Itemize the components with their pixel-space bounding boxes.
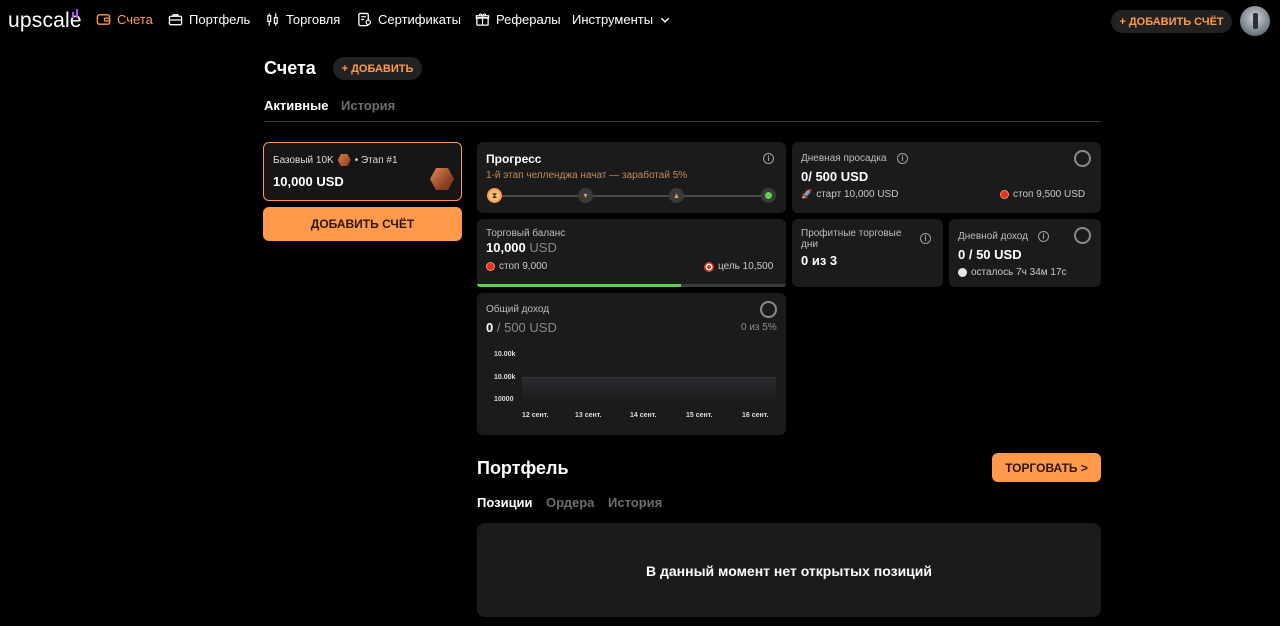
- clock-icon: [958, 268, 967, 277]
- tab-portfolio-history[interactable]: История: [608, 495, 662, 510]
- drawdown-stop-text: стоп 9,500 USD: [1013, 189, 1086, 200]
- drawdown-start: 🚀 старт 10,000 USD: [801, 189, 898, 200]
- info-icon[interactable]: i: [920, 233, 931, 244]
- tab-active[interactable]: Активные: [264, 98, 328, 113]
- logo-mark-icon: [72, 9, 78, 18]
- stop-icon: [486, 262, 495, 271]
- candles-icon: [267, 13, 278, 26]
- x-tick-label: 15 сент.: [686, 412, 713, 419]
- trading-balance-title: Торговый баланс: [486, 228, 566, 239]
- add-button[interactable]: + ДОБАВИТЬ: [333, 57, 422, 80]
- daily-income-remaining-text: осталось 7ч 34м 17с: [971, 267, 1067, 278]
- progress-subtitle: 1-й этап челленджа начат — заработай 5%: [486, 170, 688, 181]
- empty-state-text: В данный момент нет открытых позиций: [646, 563, 932, 579]
- progress-ring-icon: [1074, 227, 1091, 244]
- nav-item-label: Рефералы: [496, 12, 561, 27]
- trade-button[interactable]: ТОРГОВАТЬ >: [992, 453, 1101, 482]
- nav-item-referrals[interactable]: Рефералы: [475, 12, 561, 27]
- briefcase-icon: [168, 14, 183, 26]
- y-tick-label: 10000: [494, 396, 514, 403]
- progress-ring-icon: [760, 301, 777, 318]
- nav-item-label: Торговля: [286, 12, 341, 27]
- account-name: Базовый 10K: [273, 154, 334, 166]
- info-icon[interactable]: i: [1038, 231, 1049, 242]
- drawdown-start-text: старт 10,000 USD: [816, 189, 899, 200]
- avatar[interactable]: [1240, 6, 1270, 36]
- balance-stop: стоп 9,000: [486, 261, 547, 272]
- nav-item-label: Счета: [117, 12, 153, 27]
- account-title: Базовый 10K • Этап #1: [273, 154, 398, 166]
- finish-icon: [761, 188, 776, 203]
- daily-income-remaining: осталось 7ч 34м 17с: [958, 267, 1067, 278]
- rocket-icon: 🚀: [801, 189, 813, 199]
- tab-orders[interactable]: Ордера: [546, 495, 594, 510]
- podium-icon: ▲: [669, 188, 684, 203]
- daily-income-title: Дневной доход: [958, 231, 1028, 242]
- info-icon[interactable]: i: [763, 153, 774, 164]
- daily-drawdown-title: Дневная просадка: [801, 153, 887, 164]
- nav-item-certificates[interactable]: Сертификаты: [357, 12, 461, 27]
- nav-item-portfolio[interactable]: Портфель: [168, 12, 250, 27]
- balance-stop-text: стоп 9,000: [499, 261, 548, 272]
- balance-amount: 10,000: [486, 240, 526, 255]
- balance-target-text: цель 10,500: [718, 261, 774, 272]
- stop-icon: [1000, 190, 1009, 199]
- target-icon: [704, 261, 714, 272]
- x-tick-label: 12 сент.: [522, 412, 549, 419]
- trophy-icon: ▾: [578, 188, 593, 203]
- balance-progress-bar: [477, 284, 786, 287]
- y-tick-label: 10.00k: [494, 351, 516, 358]
- divider: [264, 121, 1101, 122]
- nav-item-label: Портфель: [189, 12, 251, 27]
- chevron-down-icon: [660, 17, 670, 23]
- balance-target: цель 10,500: [704, 261, 773, 272]
- nav-item-trading[interactable]: Торговля: [265, 12, 340, 27]
- balance-unit: USD: [529, 240, 557, 255]
- profit-days-value: 0 из 3: [801, 253, 838, 268]
- total-income-title: Общий доход: [486, 304, 550, 315]
- nav-item-accounts[interactable]: Счета: [96, 12, 153, 27]
- total-income-rest: / 500 USD: [496, 320, 557, 335]
- info-icon[interactable]: i: [897, 153, 908, 164]
- profit-days-title: Профитные торговые дни: [801, 228, 902, 250]
- gift-icon: [475, 13, 490, 26]
- gem-icon: [337, 154, 351, 166]
- nav-item-label: Сертификаты: [378, 12, 461, 27]
- x-tick-label: 13 сент.: [575, 412, 602, 419]
- x-tick-label: 16 сент.: [742, 412, 769, 419]
- account-card[interactable]: Базовый 10K • Этап #1 10,000 USD: [263, 142, 462, 201]
- trading-balance-value: 10,000 USD: [486, 240, 557, 255]
- account-balance: 10,000 USD: [273, 174, 344, 189]
- total-income-ratio: 0 из 5%: [741, 322, 777, 333]
- certificate-icon: [358, 12, 372, 27]
- logo[interactable]: upscale: [8, 9, 82, 33]
- chart-area-series: [522, 377, 776, 401]
- account-stage: • Этап #1: [354, 154, 398, 166]
- nav-item-tools[interactable]: Инструменты: [572, 12, 671, 27]
- daily-income-value: 0 / 50 USD: [958, 247, 1022, 262]
- progress-track: [494, 195, 770, 197]
- tab-positions[interactable]: Позиции: [477, 495, 533, 510]
- nav-item-label: Инструменты: [572, 12, 654, 27]
- y-tick-label: 10.00k: [494, 374, 516, 381]
- total-income-value: 0 / 500 USD: [486, 320, 557, 335]
- progress-title: Прогресс: [486, 152, 542, 166]
- total-income-amount: 0: [486, 320, 494, 335]
- x-tick-label: 14 сент.: [630, 412, 657, 419]
- gem-icon: [430, 168, 454, 190]
- add-account-card-button[interactable]: ДОБАВИТЬ СЧЁТ: [263, 207, 462, 241]
- progress-ring-icon: [1074, 150, 1091, 167]
- top-nav: upscale Счета Портфель Торговля Сертифик…: [0, 0, 1280, 42]
- daily-drawdown-value: 0/ 500 USD: [801, 169, 869, 184]
- drawdown-stop: стоп 9,500 USD: [1000, 189, 1085, 200]
- hourglass-icon: ⧗: [487, 188, 502, 203]
- portfolio-title: Портфель: [477, 458, 569, 478]
- wallet-icon: [96, 14, 111, 25]
- page-title: Счета: [264, 58, 316, 78]
- positions-empty-panel: В данный момент нет открытых позиций: [477, 523, 1101, 617]
- tab-history[interactable]: История: [341, 98, 395, 113]
- add-account-button[interactable]: + ДОБАВИТЬ СЧЁТ: [1111, 10, 1232, 33]
